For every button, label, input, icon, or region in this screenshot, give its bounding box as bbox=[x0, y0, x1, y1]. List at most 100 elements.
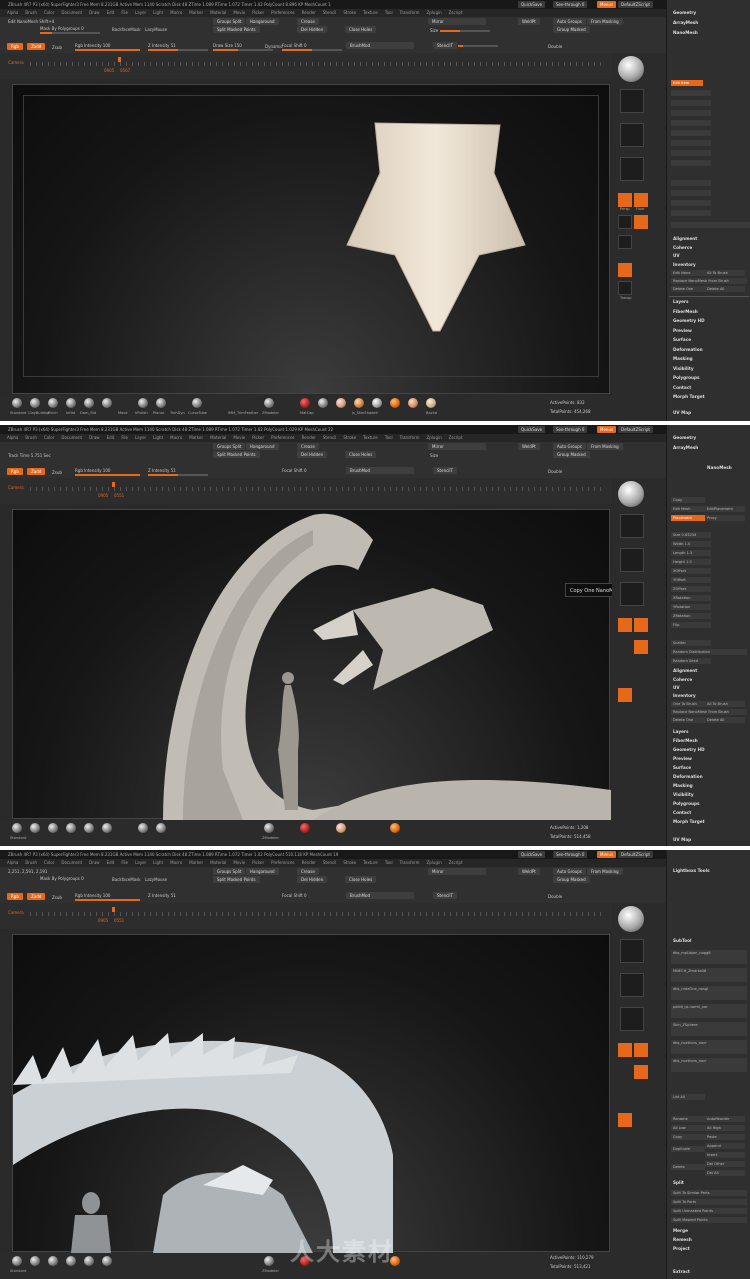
del-hidden-button[interactable]: Del Hidden bbox=[297, 26, 328, 33]
subtool-item[interactable]: dbs_nocthors_nocr bbox=[671, 1040, 747, 1054]
menu-item[interactable]: Zplugin bbox=[420, 435, 442, 440]
split-masked-button[interactable]: Split Masked Points bbox=[213, 451, 260, 458]
default-zscript-button[interactable]: DefaultZScript bbox=[618, 1, 653, 8]
menu-item[interactable]: Transform bbox=[393, 10, 420, 15]
tray-header-nanomesh[interactable]: NanoMesh bbox=[673, 30, 698, 35]
menu-item[interactable]: Edit bbox=[100, 435, 115, 440]
rgb-button[interactable]: Rgb bbox=[7, 468, 23, 475]
weld-button[interactable]: WeldPt bbox=[518, 443, 540, 450]
draw-size[interactable]: Draw Size 150 bbox=[213, 43, 242, 48]
stencil-slider[interactable] bbox=[458, 45, 498, 47]
del-other-button[interactable]: Del Other bbox=[705, 1161, 745, 1167]
brush-pinch-icon[interactable] bbox=[48, 823, 58, 833]
crease-button[interactable]: Crease bbox=[297, 443, 319, 450]
persp-button[interactable] bbox=[618, 193, 632, 207]
menu-item[interactable]: Zscript bbox=[442, 860, 463, 865]
stencil-button[interactable]: StencilT bbox=[433, 467, 457, 474]
hangaround-button[interactable]: Hangaround bbox=[246, 868, 279, 875]
tray-uv[interactable]: UV bbox=[673, 253, 680, 258]
split-similar-button[interactable]: Split To Similar Parts bbox=[671, 1190, 747, 1196]
groups-split-button[interactable]: Groups Split bbox=[213, 443, 246, 450]
timeline[interactable]: Camera 0905 0567 bbox=[0, 53, 612, 79]
replace-nanomesh-button[interactable]: Replace NanoMesh From Brush bbox=[671, 278, 747, 284]
menu-item[interactable]: Marker bbox=[182, 10, 203, 15]
menu-item[interactable]: Stroke bbox=[336, 435, 356, 440]
tray-header-uvmap[interactable]: UV Map bbox=[673, 410, 691, 415]
replace-nanomesh-button[interactable]: Replace NanoMesh From Brush bbox=[671, 709, 747, 715]
timeline-marker[interactable] bbox=[112, 482, 115, 487]
tray-split-header[interactable]: Split bbox=[673, 1180, 684, 1185]
material-preview-icon[interactable] bbox=[618, 56, 644, 82]
tray-header-morph[interactable]: Morph Target bbox=[673, 819, 705, 824]
focal-shift[interactable]: Focal Shift 0 bbox=[282, 893, 307, 898]
z-intensity[interactable]: Z Intensity 51 bbox=[148, 43, 176, 48]
groups-split-button[interactable]: Groups Split bbox=[213, 18, 246, 25]
tray-xrotation[interactable]: XRotation bbox=[671, 595, 711, 601]
z-intensity-slider[interactable] bbox=[148, 474, 208, 476]
brush-standard-icon[interactable] bbox=[12, 823, 22, 833]
material-flat-icon[interactable] bbox=[408, 398, 418, 408]
menu-item[interactable]: Stroke bbox=[336, 10, 356, 15]
dynamic-toggle[interactable]: Dynamic bbox=[265, 44, 283, 49]
tray-lightbox-tools[interactable]: Lightboxs Tools bbox=[673, 868, 710, 873]
menu-item[interactable]: Marker bbox=[182, 435, 203, 440]
tray-zrotation[interactable]: ZRotation bbox=[671, 613, 711, 619]
timeline-track[interactable] bbox=[30, 487, 602, 491]
from-masking-button[interactable]: From Masking bbox=[587, 868, 623, 875]
texture-preview-icon[interactable] bbox=[620, 157, 644, 181]
backface-mask[interactable]: BackfaceMask bbox=[112, 27, 141, 32]
viewport-canvas[interactable] bbox=[12, 509, 611, 820]
brush-claybuildup-icon[interactable] bbox=[30, 1256, 40, 1266]
brushmod-button[interactable]: BrushMod bbox=[346, 42, 414, 49]
tray-header-fibermesh[interactable]: FiberMesh bbox=[673, 738, 698, 743]
mirror-button[interactable]: Mirror bbox=[428, 443, 486, 450]
tray-slider-row[interactable] bbox=[671, 90, 711, 96]
tray-header-fibermesh[interactable]: FiberMesh bbox=[673, 309, 698, 314]
brush-zmodeler-icon[interactable] bbox=[264, 1256, 274, 1266]
stencil-button[interactable]: StencilT bbox=[433, 42, 457, 49]
mirror-button[interactable]: Mirror bbox=[428, 868, 486, 875]
tray-header-geometryhd[interactable]: Geometry HD bbox=[673, 318, 705, 323]
menu-item[interactable]: Macro bbox=[163, 435, 182, 440]
tray-coherce[interactable]: Coherce bbox=[673, 677, 692, 682]
tray-inventory[interactable]: Inventory bbox=[673, 262, 696, 267]
zsub-button[interactable]: Zsub bbox=[52, 45, 62, 50]
tray-header-deformation[interactable]: Deformation bbox=[673, 347, 703, 352]
copy-button[interactable]: Copy bbox=[671, 1134, 705, 1140]
menu-item[interactable]: Zplugin bbox=[420, 10, 442, 15]
tray-header-geometry[interactable]: Geometry bbox=[673, 435, 696, 440]
material-dots-icon[interactable] bbox=[390, 398, 400, 408]
rgb-intensity-slider[interactable] bbox=[75, 899, 140, 901]
brush-pinch-icon[interactable] bbox=[48, 1256, 58, 1266]
viewport-canvas[interactable] bbox=[12, 84, 610, 394]
tray-random-seed[interactable]: Random Seed bbox=[671, 658, 711, 664]
menu-item[interactable]: Alpha bbox=[0, 10, 18, 15]
menu-item[interactable]: Tool bbox=[378, 10, 393, 15]
material-gel-icon[interactable] bbox=[336, 398, 346, 408]
brush-claybuildup-icon[interactable] bbox=[30, 398, 40, 408]
edit-item-button[interactable]: Edit Item bbox=[671, 80, 703, 86]
autoreorder-button[interactable]: AutoReorder bbox=[705, 1116, 745, 1122]
brush-move-icon[interactable] bbox=[102, 398, 112, 408]
subtool-item[interactable]: Skin_ZSphere bbox=[671, 1022, 747, 1036]
menu-item[interactable]: Render bbox=[295, 860, 316, 865]
tray-slider-row[interactable] bbox=[671, 160, 711, 166]
quicksave-button[interactable]: QuickSave bbox=[518, 426, 546, 433]
material-skin-icon[interactable] bbox=[354, 398, 364, 408]
tray-subtool[interactable]: SubTool bbox=[673, 938, 691, 943]
stroke-preview-icon[interactable] bbox=[620, 939, 644, 963]
menu-item[interactable]: Color bbox=[37, 10, 54, 15]
tray-project-header[interactable]: Project bbox=[673, 1246, 690, 1251]
brushmod-button[interactable]: BrushMod bbox=[346, 467, 414, 474]
crease-button[interactable]: Crease bbox=[297, 18, 319, 25]
backface-mask[interactable]: BackfaceMask bbox=[112, 877, 141, 882]
brush-standard-icon[interactable] bbox=[12, 1256, 22, 1266]
menu-item[interactable]: Layer bbox=[128, 860, 146, 865]
subtool-item[interactable]: polidi_rp.norml_nor bbox=[671, 1004, 747, 1018]
brushmod-button[interactable]: BrushMod bbox=[346, 892, 414, 899]
lazymouse[interactable]: LazyMouse bbox=[145, 877, 167, 882]
split-unmasked-button[interactable]: Split Unmasked Points bbox=[671, 1208, 747, 1214]
tray-height[interactable]: Height 1.0 bbox=[671, 559, 711, 565]
lsym-button[interactable] bbox=[634, 640, 648, 654]
menu-item[interactable]: Brush bbox=[18, 10, 37, 15]
